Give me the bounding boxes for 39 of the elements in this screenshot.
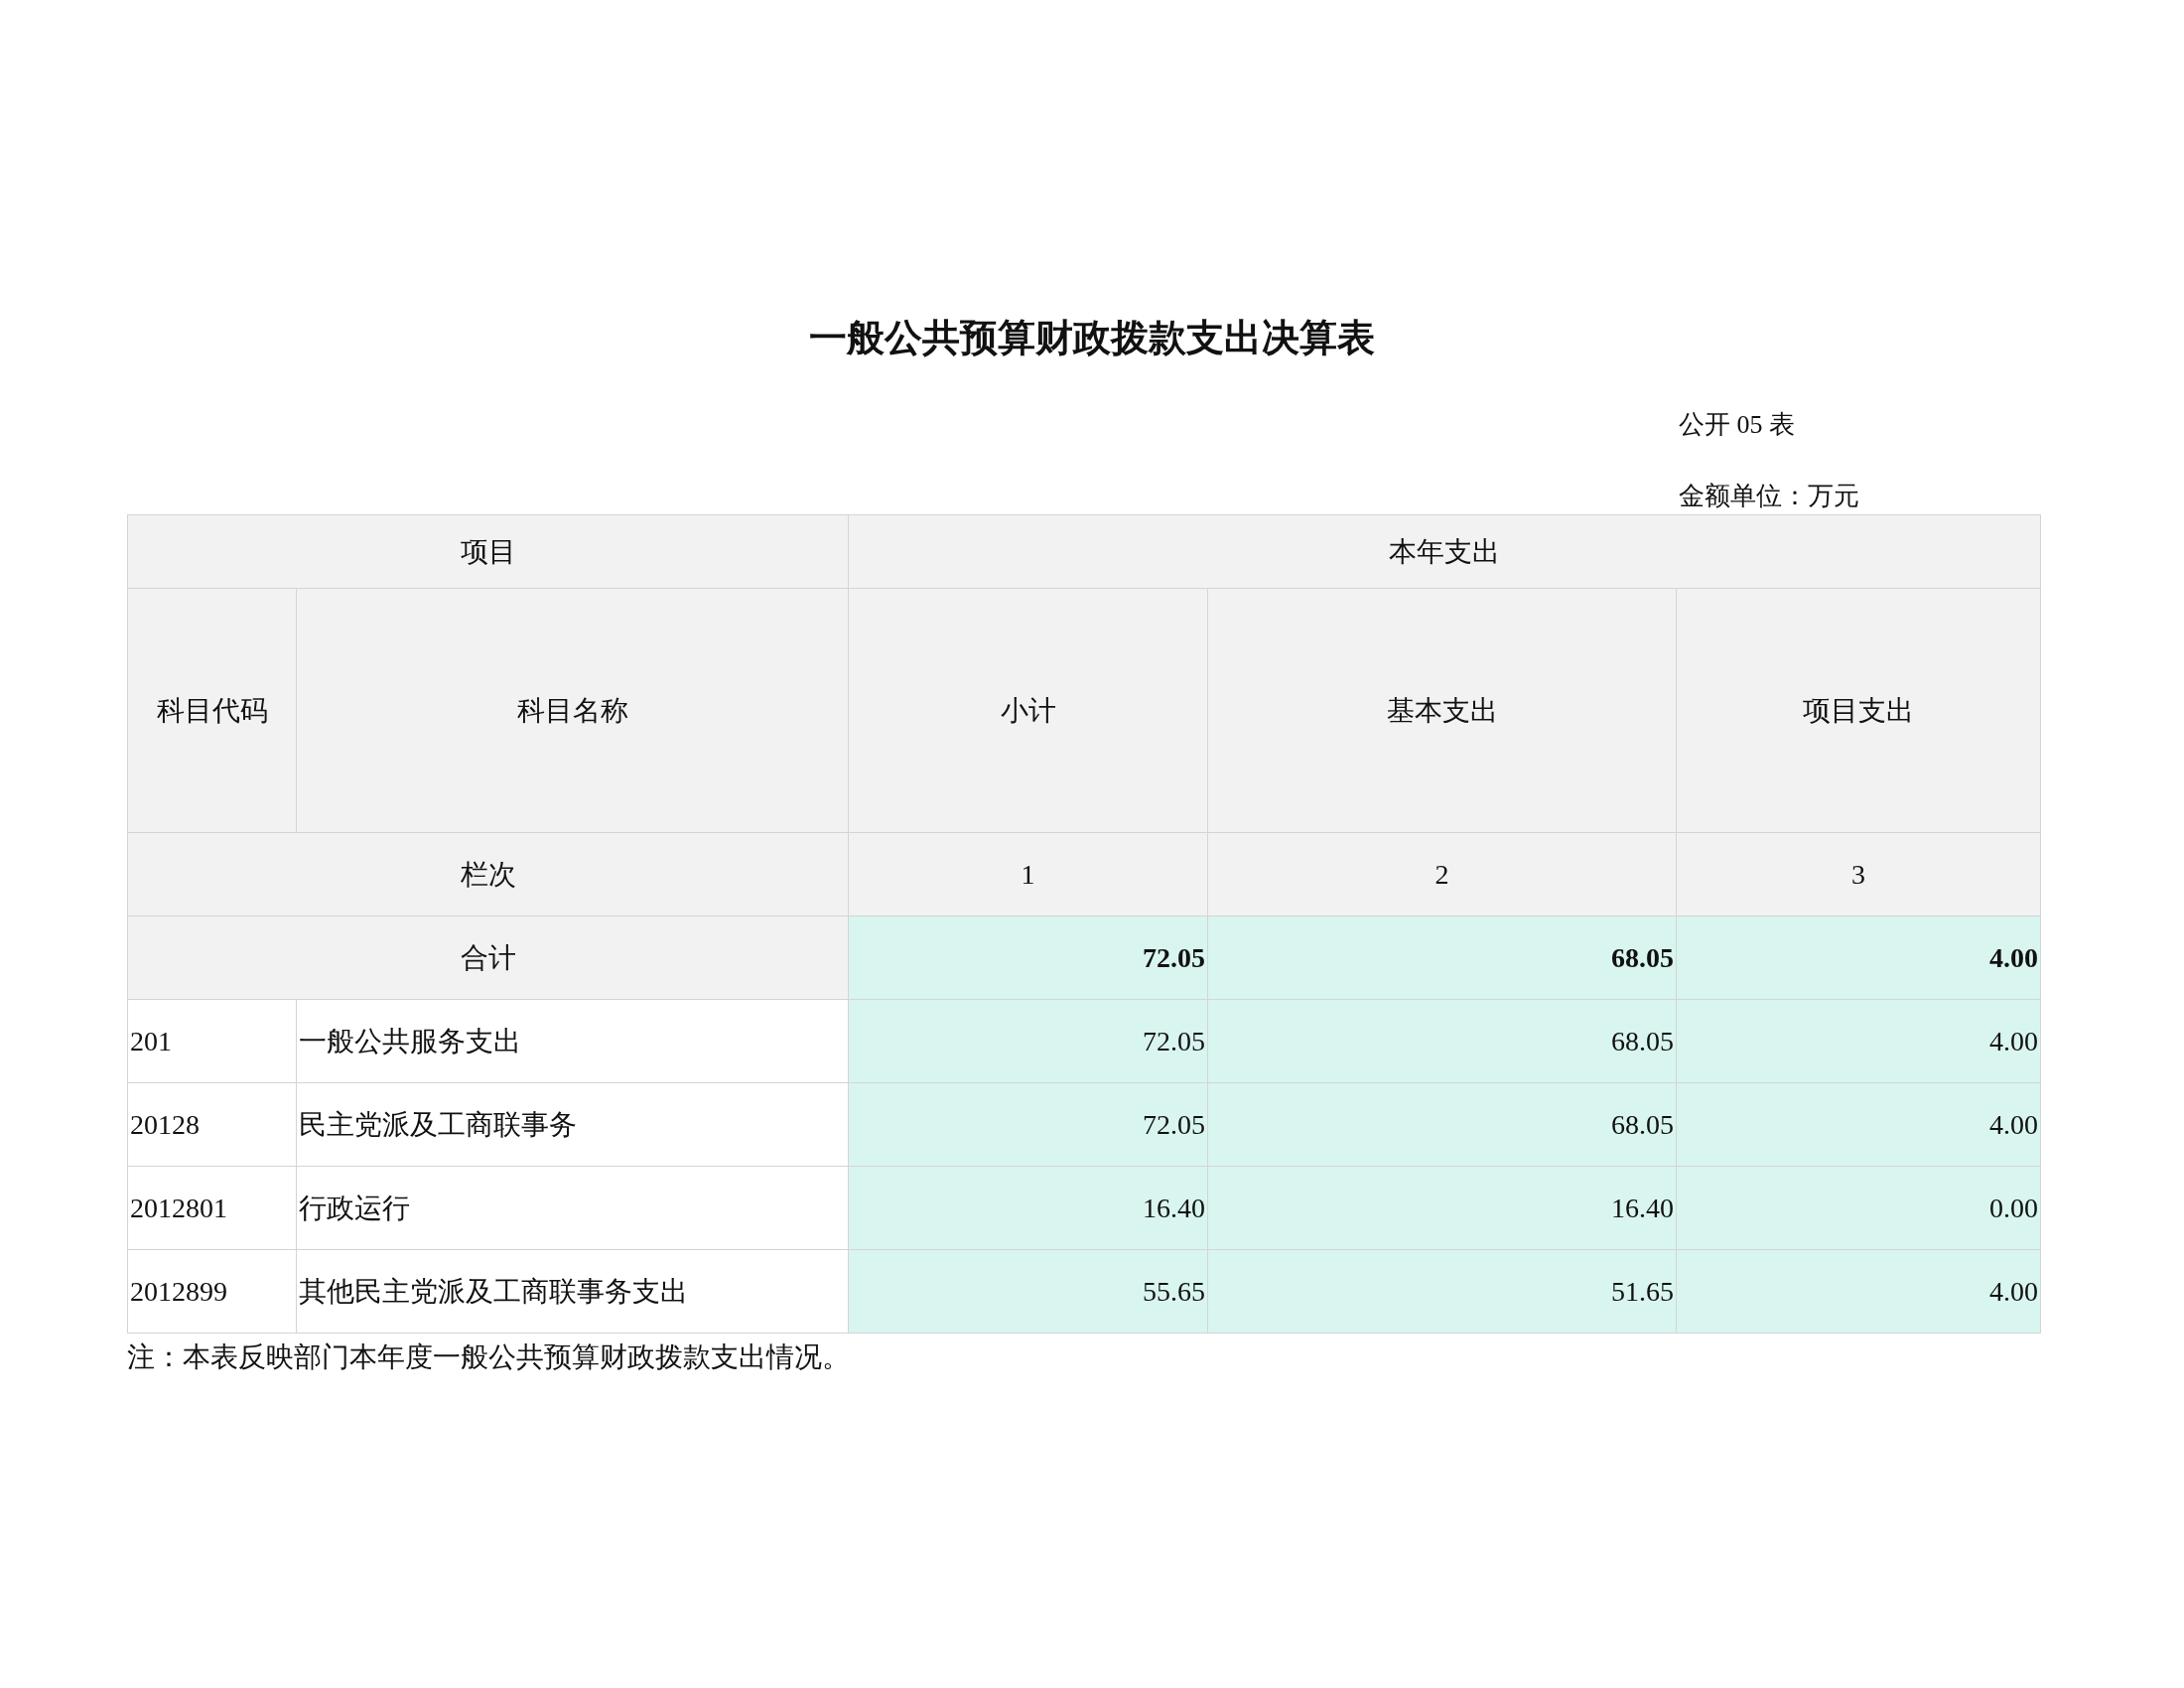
table-number: 公开 05 表 <box>1679 409 1796 441</box>
total-cell: 4.00 <box>1676 915 2041 1000</box>
report-title: 一般公共预算财政拨款支出决算表 <box>808 315 1376 361</box>
table-cell: 51.65 <box>1207 1249 1677 1334</box>
header-cell: 本年支出 <box>848 514 2041 589</box>
header-cell: 项目 <box>127 514 849 589</box>
table-cell: 72.05 <box>848 999 1208 1083</box>
table-cell: 2012801 <box>127 1166 297 1250</box>
table-cell: 其他民主党派及工商联事务支出 <box>296 1249 849 1334</box>
table-cell: 68.05 <box>1207 999 1677 1083</box>
footnote: 注：本表反映部门本年度一般公共预算财政拨款支出情况。 <box>127 1340 851 1374</box>
header-cell: 科目代码 <box>127 588 297 833</box>
header-cell: 栏次 <box>127 832 849 916</box>
table-cell: 0.00 <box>1676 1166 2041 1250</box>
header-cell: 科目名称 <box>296 588 849 833</box>
header-cell: 基本支出 <box>1207 588 1677 833</box>
total-cell: 72.05 <box>848 915 1208 1000</box>
header-cell: 3 <box>1676 832 2041 916</box>
table-cell: 一般公共服务支出 <box>296 999 849 1083</box>
table-cell: 民主党派及工商联事务 <box>296 1082 849 1167</box>
total-label-cell: 合计 <box>127 915 849 1000</box>
header-cell: 小计 <box>848 588 1208 833</box>
table-cell: 4.00 <box>1676 999 2041 1083</box>
table-cell: 4.00 <box>1676 1249 2041 1334</box>
table-cell: 2012899 <box>127 1249 297 1334</box>
table-cell: 16.40 <box>1207 1166 1677 1250</box>
table-cell: 20128 <box>127 1082 297 1167</box>
table-cell: 68.05 <box>1207 1082 1677 1167</box>
table-cell: 4.00 <box>1676 1082 2041 1167</box>
header-cell: 2 <box>1207 832 1677 916</box>
table-cell: 行政运行 <box>296 1166 849 1250</box>
header-cell: 1 <box>848 832 1208 916</box>
header-cell: 项目支出 <box>1676 588 2041 833</box>
table-cell: 201 <box>127 999 297 1083</box>
table-cell: 16.40 <box>848 1166 1208 1250</box>
table-cell: 72.05 <box>848 1082 1208 1167</box>
table-cell: 55.65 <box>848 1249 1208 1334</box>
total-cell: 68.05 <box>1207 915 1677 1000</box>
unit-label: 金额单位：万元 <box>1679 481 1860 512</box>
